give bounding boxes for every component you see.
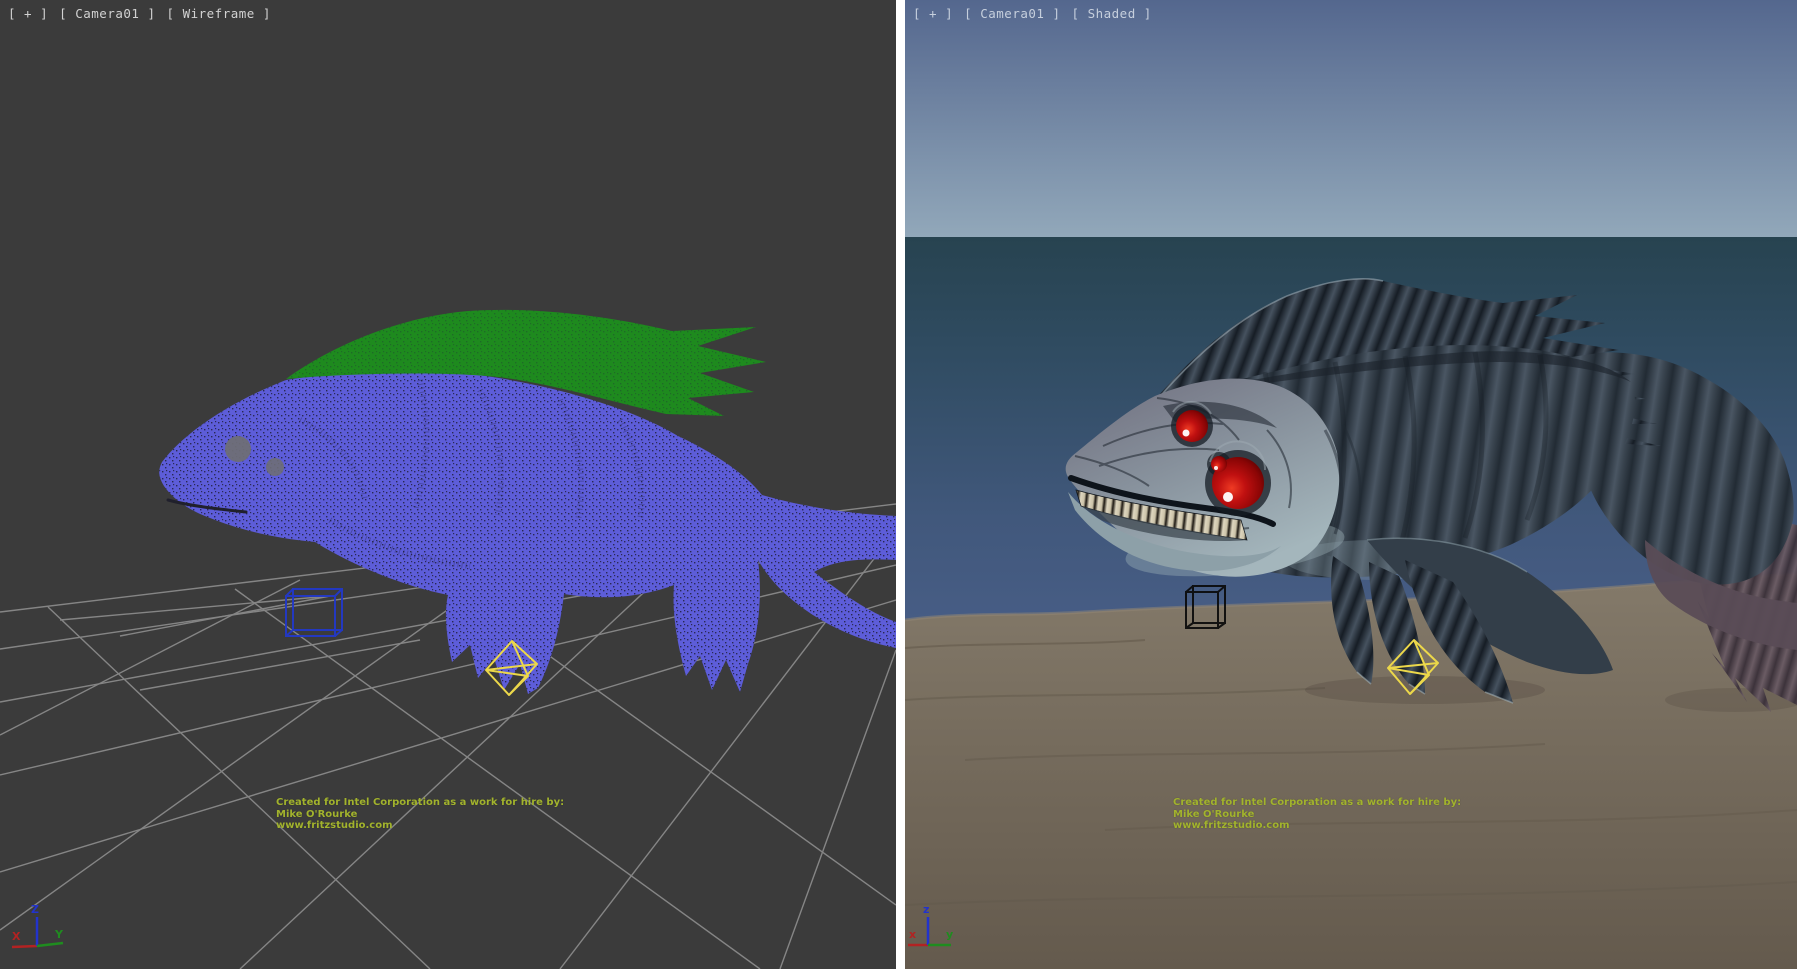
credit-line-3: www.fritzstudio.com <box>1173 820 1461 832</box>
viewport-menu-shading[interactable]: [ Wireframe ] <box>167 6 271 21</box>
viewport-menu-general[interactable]: [ + ] <box>8 6 48 21</box>
axis-z-label: Z <box>31 903 39 916</box>
credit-line-1: Created for Intel Corporation as a work … <box>1173 797 1461 809</box>
viewport-menu-pov[interactable]: [ Camera01 ] <box>59 6 155 21</box>
sky <box>905 0 1797 238</box>
credit-line-3: www.fritzstudio.com <box>276 820 564 832</box>
credit-line-2: Mike O'Rourke <box>276 809 564 821</box>
axis-z-label: z <box>923 903 929 916</box>
viewport-label: [ + ] [ Camera01 ] [ Shaded ] <box>913 6 1155 21</box>
axis-y-label: y <box>946 928 953 941</box>
viewport-menu-pov[interactable]: [ Camera01 ] <box>964 6 1060 21</box>
viewport-shaded[interactable]: [ + ] [ Camera01 ] [ Shaded ] Created fo… <box>905 0 1797 969</box>
fish-model-wireframe[interactable] <box>159 310 896 694</box>
viewport-wireframe[interactable]: [ + ] [ Camera01 ] [ Wireframe ] Created… <box>0 0 896 969</box>
credit-text: Created for Intel Corporation as a work … <box>1173 797 1461 832</box>
viewport-label: [ + ] [ Camera01 ] [ Wireframe ] <box>8 6 274 21</box>
credit-line-2: Mike O'Rourke <box>1173 809 1461 821</box>
fish-eye-small <box>266 458 284 476</box>
fish-eye <box>225 436 251 462</box>
axis-y-label: Y <box>54 928 64 941</box>
credit-text: Created for Intel Corporation as a work … <box>276 797 564 832</box>
axis-x-label: x <box>909 928 916 941</box>
viewport-menu-shading[interactable]: [ Shaded ] <box>1072 6 1152 21</box>
fish-body-stipple <box>159 371 896 694</box>
world-axis-icon: X Z Y <box>0 899 80 969</box>
dummy-helper-box[interactable] <box>286 589 342 636</box>
world-axis-icon: x z y <box>905 899 985 969</box>
axis-x-label: X <box>12 930 21 943</box>
max-viewport-split: [ + ] [ Camera01 ] [ Wireframe ] Created… <box>0 0 1800 978</box>
viewport-menu-general[interactable]: [ + ] <box>913 6 953 21</box>
credit-line-1: Created for Intel Corporation as a work … <box>276 797 564 809</box>
